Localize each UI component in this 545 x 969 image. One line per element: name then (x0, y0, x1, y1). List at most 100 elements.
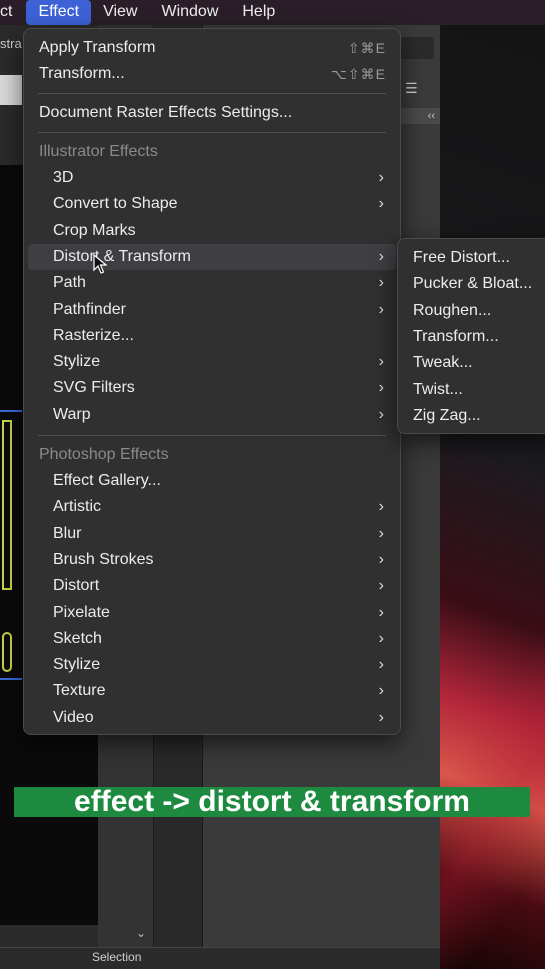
menu-separator (38, 435, 386, 436)
menu-item-label: Document Raster Effects Settings... (39, 104, 293, 121)
artwork-outline-2 (2, 632, 12, 672)
chevron-right-icon: › (378, 577, 384, 595)
chevron-right-icon: › (378, 550, 384, 568)
menu-item-raster-settings[interactable]: Document Raster Effects Settings... (28, 100, 396, 126)
chevron-right-icon: › (378, 405, 384, 423)
effect-menu: Apply Transform ⇧⌘E Transform... ⌥⇧⌘E Do… (23, 28, 401, 735)
shortcut-label: ⇧⌘E (347, 40, 386, 56)
chevron-right-icon: › (378, 708, 384, 726)
menu-item-stylize[interactable]: Stylize › (28, 349, 396, 375)
list-icon[interactable]: ☰ (405, 80, 418, 97)
submenu-item-roughen[interactable]: Roughen... (413, 298, 491, 324)
menu-item-label: Crop Marks (53, 221, 136, 239)
chevron-right-icon: › (378, 682, 384, 700)
menu-item-rasterize[interactable]: Rasterize... (28, 323, 396, 349)
chevron-right-icon: › (378, 379, 384, 397)
section-header-label: Illustrator Effects (39, 143, 158, 160)
section-header-photoshop: Photoshop Effects (28, 442, 396, 468)
menu-item-texture[interactable]: Texture › (28, 678, 396, 704)
wallpaper-highlight (440, 560, 545, 969)
submenu-item-twist[interactable]: Twist... (413, 377, 463, 403)
chevron-right-icon: › (378, 300, 384, 318)
menu-item-label: Transform... (39, 65, 125, 82)
menu-item-sketch[interactable]: Sketch › (28, 626, 396, 652)
menu-bar-item-select[interactable]: ct (0, 0, 26, 25)
menu-item-label: Video (53, 708, 94, 726)
menu-bar-item-window[interactable]: Window (149, 0, 230, 25)
artwork-selection[interactable] (0, 410, 22, 680)
menu-item-label: Warp (53, 405, 91, 423)
menu-item-label: Stylize (53, 656, 101, 674)
menu-item-label: Brush Strokes (53, 550, 154, 568)
menu-item-label: Distort & Transform (53, 247, 191, 265)
mouse-cursor-icon (93, 254, 107, 274)
submenu-item-zig-zag[interactable]: Zig Zag... (413, 403, 481, 429)
menu-item-artistic[interactable]: Artistic › (28, 494, 396, 520)
menu-item-label: Sketch (53, 629, 102, 647)
menu-item-brush-strokes[interactable]: Brush Strokes › (28, 547, 396, 573)
menu-item-stylize[interactable]: Stylize › (28, 652, 396, 678)
distort-transform-submenu: Free Distort... Pucker & Bloat... Roughen.… (397, 238, 545, 434)
video-caption: effect -> distort & transform (14, 787, 530, 817)
menu-item-apply-transform[interactable]: Apply Transform ⇧⌘E (28, 35, 396, 61)
menu-item-label: Texture (53, 682, 106, 700)
menu-item-label: Path (53, 274, 86, 292)
chevron-right-icon: › (378, 247, 384, 265)
chevron-right-icon: › (378, 274, 384, 292)
menu-item-video[interactable]: Video › (28, 705, 396, 731)
menu-item-distort[interactable]: Distort › (28, 573, 396, 599)
menu-item-transform[interactable]: Transform... ⌥⇧⌘E (28, 61, 396, 87)
status-tool-label[interactable]: Selection (92, 950, 141, 964)
menu-item-label: SVG Filters (53, 379, 135, 397)
menu-item-distort-transform[interactable]: Distort & Transform › (28, 243, 396, 270)
menu-item-path[interactable]: Path › (28, 270, 396, 296)
menu-bar-item-effect[interactable]: Effect (26, 0, 92, 25)
menu-bar-item-view[interactable]: View (91, 0, 149, 25)
menu-item-label: Stylize (53, 353, 101, 371)
chevron-right-icon: › (378, 169, 384, 186)
menu-item-label: 3D (53, 169, 74, 186)
menu-item-label: Convert to Shape (53, 195, 178, 213)
menu-bar-item-help[interactable]: Help (230, 0, 287, 25)
menu-separator (38, 132, 386, 133)
chevron-right-icon: › (378, 629, 384, 647)
chevron-down-icon[interactable]: ⌄ (136, 926, 146, 940)
submenu-item-tweak[interactable]: Tweak... (413, 350, 473, 376)
chevron-right-icon: › (378, 656, 384, 674)
chevron-right-icon: › (378, 524, 384, 542)
submenu-item-transform[interactable]: Transform... (413, 324, 499, 350)
submenu-item-free-distort[interactable]: Free Distort... (413, 245, 510, 271)
section-header-label: Photoshop Effects (39, 446, 169, 463)
status-bar (0, 947, 440, 969)
chevron-right-icon: › (378, 498, 384, 516)
menu-bar: ct Effect View Window Help (0, 0, 545, 25)
menu-separator (38, 93, 386, 94)
menu-item-label: Rasterize... (53, 326, 134, 344)
artwork-outline (2, 420, 12, 590)
menu-item-label: Artistic (53, 498, 101, 516)
chevron-right-icon: › (378, 603, 384, 621)
menu-item-svg-filters[interactable]: SVG Filters › (28, 375, 396, 401)
menu-item-pixelate[interactable]: Pixelate › (28, 600, 396, 626)
menu-item-warp[interactable]: Warp › (28, 402, 396, 428)
menu-item-blur[interactable]: Blur › (28, 521, 396, 547)
shortcut-label: ⌥⇧⌘E (330, 66, 386, 82)
submenu-item-pucker-bloat[interactable]: Pucker & Bloat... (413, 271, 532, 297)
menu-item-convert-to-shape[interactable]: Convert to Shape › (28, 191, 396, 217)
menu-item-label: Pixelate (53, 603, 110, 621)
menu-item-effect-gallery[interactable]: Effect Gallery... (28, 468, 396, 494)
panel-search-field[interactable] (400, 37, 434, 59)
section-header-illustrator: Illustrator Effects (28, 139, 396, 165)
menu-item-label: Blur (53, 524, 82, 542)
menu-item-crop-marks[interactable]: Crop Marks (28, 218, 396, 244)
menu-item-3d[interactable]: 3D › (28, 165, 396, 191)
menu-item-label: Pathfinder (53, 300, 126, 318)
toolbar-strip (0, 75, 22, 105)
chevron-right-icon: › (378, 353, 384, 371)
menu-item-label: Apply Transform (39, 39, 156, 56)
menu-item-label: Effect Gallery... (53, 472, 161, 489)
menu-item-label: Distort (53, 577, 100, 595)
menu-item-pathfinder[interactable]: Pathfinder › (28, 297, 396, 323)
chevron-right-icon: › (378, 195, 384, 213)
collapse-panel-button[interactable]: ‹‹ (400, 108, 440, 124)
